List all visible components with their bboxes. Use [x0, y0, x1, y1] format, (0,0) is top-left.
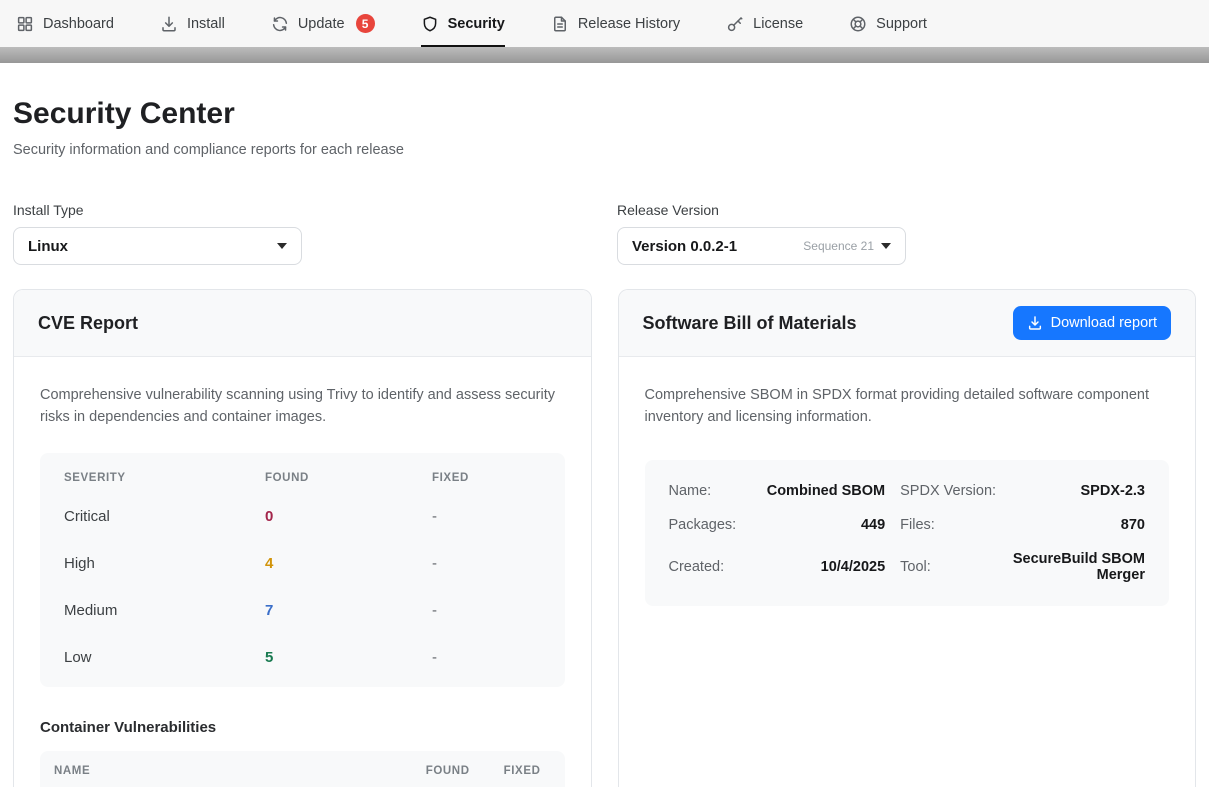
page-subtitle: Security information and compliance repo… — [13, 142, 1196, 158]
key-icon — [726, 15, 744, 33]
chevron-down-icon — [277, 243, 287, 249]
cards-row: CVE Report Comprehensive vulnerability s… — [13, 289, 1196, 787]
install-type-label: Install Type — [13, 202, 302, 218]
cve-report-header: CVE Report — [14, 290, 591, 357]
sbom-detail-label: Created: — [669, 542, 737, 592]
sbom-header: Software Bill of Materials Download repo… — [619, 290, 1196, 357]
refresh-icon — [271, 15, 289, 33]
nav-item-label: Release History — [578, 16, 680, 32]
install-type-select[interactable]: Linux — [13, 227, 302, 265]
nav-item-label: Dashboard — [43, 16, 114, 32]
top-nav: Dashboard Install Update 5 Security Rele… — [0, 0, 1209, 47]
severity-column-header: SEVERITY — [64, 472, 265, 484]
release-version-label: Release Version — [617, 202, 906, 218]
table-row: Medium 7 - — [40, 587, 565, 634]
chevron-down-icon — [881, 243, 891, 249]
download-report-button[interactable]: Download report — [1013, 306, 1171, 340]
severity-label: Low — [64, 649, 265, 666]
sbom-details: Name: Combined SBOM SPDX Version: SPDX-2… — [645, 460, 1170, 606]
fixed-count: - — [432, 555, 541, 572]
fixed-column-header: FIXED — [504, 765, 541, 777]
document-icon — [551, 15, 569, 33]
nav-item-label: Install — [187, 16, 225, 32]
release-version-value: Version 0.0.2-1 — [632, 238, 803, 255]
container-vulnerabilities-title: Container Vulnerabilities — [40, 719, 565, 736]
found-count: 5 — [265, 649, 432, 666]
download-icon — [160, 15, 178, 33]
nav-item-support[interactable]: Support — [849, 0, 927, 47]
nav-item-install[interactable]: Install — [160, 0, 225, 47]
update-count-badge: 5 — [356, 14, 375, 33]
cve-report-description: Comprehensive vulnerability scanning usi… — [40, 385, 565, 428]
nav-shadow-divider — [0, 47, 1209, 63]
sbom-detail-label: Name: — [669, 474, 737, 508]
download-report-label: Download report — [1051, 315, 1157, 331]
found-count: 0 — [265, 508, 432, 525]
found-count: 4 — [265, 555, 432, 572]
filters-row: Install Type Linux Release Version Versi… — [13, 202, 1196, 265]
fixed-count: - — [432, 649, 541, 666]
nav-item-release-history[interactable]: Release History — [551, 0, 680, 47]
main-content: Security Center Security information and… — [0, 96, 1209, 787]
cve-report-title: CVE Report — [38, 313, 138, 334]
sbom-detail-value: SecureBuild SBOM Merger — [1011, 542, 1145, 592]
nav-item-label: Update — [298, 16, 345, 32]
sequence-hint: Sequence 21 — [803, 239, 874, 253]
severity-table: SEVERITY FOUND FIXED Critical 0 - High 4… — [40, 453, 565, 687]
sbom-detail-value: SPDX-2.3 — [1011, 474, 1145, 508]
fixed-column-header: FIXED — [432, 472, 541, 484]
sbom-card: Software Bill of Materials Download repo… — [618, 289, 1197, 787]
table-row: Low 5 - — [40, 634, 565, 681]
container-table-header: NAME FOUND FIXED — [40, 751, 565, 787]
sbom-detail-value: 449 — [751, 508, 885, 542]
nav-item-license[interactable]: License — [726, 0, 803, 47]
table-row: Critical 0 - — [40, 493, 565, 540]
sbom-detail-value: 870 — [1011, 508, 1145, 542]
found-column-header: FOUND — [265, 472, 432, 484]
nav-item-security[interactable]: Security — [421, 0, 505, 47]
shield-icon — [421, 15, 439, 33]
download-icon — [1027, 315, 1043, 331]
sbom-detail-value: 10/4/2025 — [751, 542, 885, 592]
sbom-detail-label: Packages: — [669, 508, 737, 542]
sbom-detail-label: Files: — [900, 508, 996, 542]
nav-item-dashboard[interactable]: Dashboard — [16, 0, 114, 47]
fixed-count: - — [432, 602, 541, 619]
sbom-detail-label: SPDX Version: — [900, 474, 996, 508]
page-title: Security Center — [13, 96, 1196, 132]
nav-item-update[interactable]: Update 5 — [271, 0, 375, 47]
severity-label: Critical — [64, 508, 265, 525]
sbom-detail-value: Combined SBOM — [751, 474, 885, 508]
sbom-detail-label: Tool: — [900, 542, 996, 592]
severity-table-header: SEVERITY FOUND FIXED — [40, 453, 565, 493]
severity-label: High — [64, 555, 265, 572]
severity-label: Medium — [64, 602, 265, 619]
cve-report-card: CVE Report Comprehensive vulnerability s… — [13, 289, 592, 787]
sbom-description: Comprehensive SBOM in SPDX format provid… — [645, 385, 1170, 428]
nav-item-label: Security — [448, 16, 505, 32]
dashboard-grid-icon — [16, 15, 34, 33]
table-row: High 4 - — [40, 540, 565, 587]
sbom-title: Software Bill of Materials — [643, 313, 857, 334]
name-column-header: NAME — [54, 765, 426, 777]
fixed-count: - — [432, 508, 541, 525]
nav-item-label: License — [753, 16, 803, 32]
life-buoy-icon — [849, 15, 867, 33]
release-version-select[interactable]: Version 0.0.2-1 Sequence 21 — [617, 227, 906, 265]
install-type-value: Linux — [28, 238, 277, 255]
found-count: 7 — [265, 602, 432, 619]
found-column-header: FOUND — [426, 765, 470, 777]
nav-item-label: Support — [876, 16, 927, 32]
